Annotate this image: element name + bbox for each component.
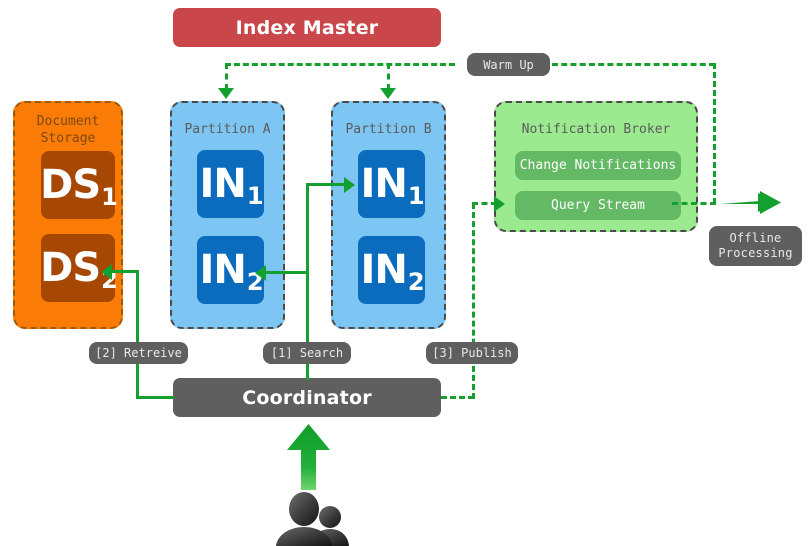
ds2-label: DS [40,245,101,291]
partition-b-in2-block[interactable]: IN2 [358,236,425,304]
partition-a-group: Partition A IN1 IN2 [170,101,285,329]
edge-warmup-bus-right [552,63,715,66]
partition-a-in1-block[interactable]: IN1 [197,150,264,218]
search-label-text: [1] Search [270,346,344,360]
change-notifications-block[interactable]: Change Notifications [515,151,681,180]
offline-processing-line1: Offline [729,231,782,245]
coordinator-label: Coordinator [242,386,372,409]
edge-warmup-bus-left [225,63,455,66]
publish-label-text: [3] Publish [432,346,512,360]
partition-b-in1-sub: 1 [407,182,425,210]
partition-a-in2-block[interactable]: IN2 [197,236,264,304]
edge-offline-processing-arrow [720,183,782,221]
notification-broker-title: Notification Broker [521,122,671,137]
partition-b-in2-label: IN [360,247,407,293]
partition-b-in1-block[interactable]: IN1 [358,150,425,218]
edge-search-arrowhead-b [344,177,355,193]
architecture-diagram: Index Master Document Storage DS1 DS2 Pa… [0,0,809,546]
edge-warmup-right-riser [713,63,716,204]
partition-b-in2-sub: 2 [407,268,425,296]
edge-search-to-partition-a [265,271,309,274]
users-to-coordinator-arrow [287,424,331,490]
publish-label: [3] Publish [426,342,518,364]
index-master-node[interactable]: Index Master [173,8,441,47]
coordinator-node[interactable]: Coordinator [173,378,441,417]
edge-retrieve-riser [136,270,139,399]
partition-a-title: Partition A [184,122,271,137]
edge-warmup-drop-a [225,63,228,90]
search-label: [1] Search [263,342,351,364]
retrieve-label-text: [2] Retreive [95,346,182,360]
change-notifications-label: Change Notifications [519,158,677,173]
edge-search-to-partition-b [306,183,346,186]
partition-a-in2-label: IN [199,247,246,293]
ds1-sub: 1 [101,183,118,211]
warm-up-label: Warm Up [467,53,550,76]
edge-search-arrowhead-a [255,265,266,281]
partition-a-in1-label: IN [199,161,246,207]
partition-b-group: Partition B IN1 IN2 [331,101,446,329]
partition-b-in1-label: IN [360,161,407,207]
edge-warmup-arrow-a [218,88,234,99]
edge-retrieve-arrowhead [101,264,112,280]
edge-warmup-arrow-b [380,88,396,99]
ds1-block[interactable]: DS1 [40,151,118,219]
edge-retrieve-from-coordinator [136,396,174,399]
retrieve-label: [2] Retreive [89,342,188,364]
warm-up-label-text: Warm Up [483,57,534,72]
partition-b-title: Partition B [345,122,432,137]
edge-retrieve-into-ds2 [112,270,138,273]
offline-processing-node[interactable]: Offline Processing [709,226,802,266]
partition-a-in1-sub: 1 [246,182,264,210]
edge-publish-arrowhead [494,196,505,212]
index-master-label: Index Master [235,16,379,39]
edge-warmup-to-query-stream [672,202,716,205]
edge-warmup-drop-b [387,63,390,90]
query-stream-block[interactable]: Query Stream [515,191,681,220]
offline-processing-line2: Processing [718,246,793,260]
ds1-label: DS [40,162,101,208]
document-storage-title-line2: Storage [40,131,96,146]
notification-broker-group: Notification Broker Change Notifications… [494,101,698,232]
document-storage-title-line1: Document [36,114,100,129]
edge-publish-from-coordinator [441,396,474,399]
edge-publish-riser [472,203,475,399]
document-storage-title: Document Storage [15,113,121,147]
query-stream-label: Query Stream [551,198,645,213]
users-icon [276,492,350,546]
document-storage-group: Document Storage DS1 DS2 [13,101,123,329]
